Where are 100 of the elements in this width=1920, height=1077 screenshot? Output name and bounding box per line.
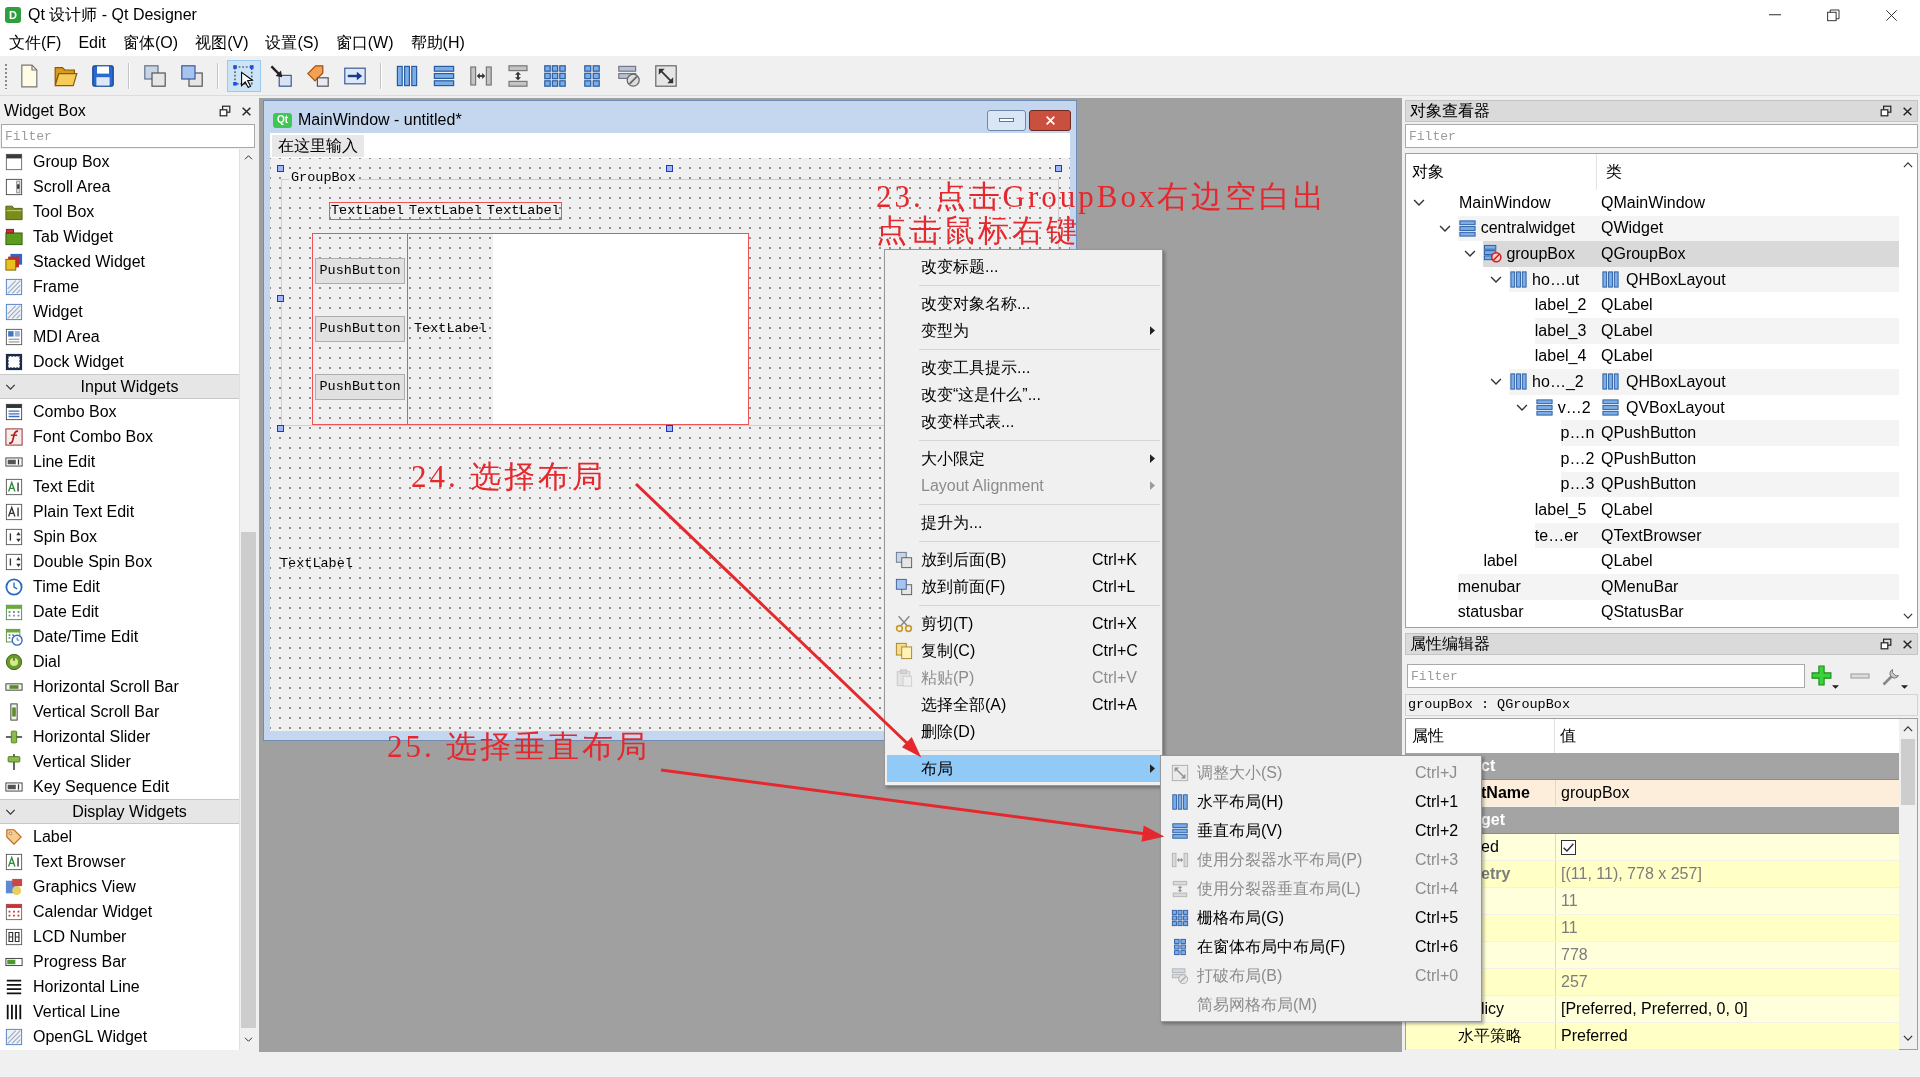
minimize-button[interactable] [987, 109, 1026, 131]
widget-item[interactable]: Scroll Area [0, 174, 239, 199]
widget-item[interactable]: OpenGL Widget [0, 1024, 239, 1049]
column-header[interactable]: 值 [1555, 719, 1899, 753]
widget-item[interactable]: MDI Area [0, 324, 239, 349]
close-button[interactable] [241, 105, 252, 117]
close-button[interactable] [1902, 105, 1913, 117]
toolbar-grip[interactable] [4, 62, 8, 89]
widget-item[interactable]: Vertical Scroll Bar [0, 699, 239, 724]
widget-item[interactable]: Time Edit [0, 574, 239, 599]
widget-item[interactable]: Date/Time Edit [0, 624, 239, 649]
widget-item[interactable]: Calendar Widget [0, 899, 239, 924]
menu-item[interactable]: Edit [73, 31, 111, 55]
menu-item[interactable]: 文件(F) [4, 31, 67, 55]
menu-placeholder[interactable]: 在这里输入 [272, 134, 364, 157]
menu-item[interactable]: 提升为... [887, 509, 1160, 536]
filter-field[interactable]: Filter [1407, 664, 1805, 688]
menu-item[interactable]: 删除(D) [887, 718, 1160, 745]
widget-item[interactable]: Vertical Line [0, 999, 239, 1024]
close-button[interactable] [1902, 638, 1913, 650]
menu-item[interactable]: 窗口(W) [330, 31, 399, 55]
resize-handle[interactable] [666, 425, 673, 432]
widget-item[interactable]: LCD Number [0, 924, 239, 949]
menu-item[interactable]: 设置(S) [260, 31, 324, 55]
tree-item[interactable]: ho…ut QHBoxLayout [1509, 266, 1899, 293]
tree-item[interactable]: menubar QMenuBar [1457, 573, 1899, 600]
resize-handle[interactable] [277, 165, 284, 172]
buddy-tag-icon [306, 63, 330, 88]
category-header[interactable]: Display Widgets [0, 799, 239, 824]
category-header[interactable]: Input Widgets [0, 374, 239, 399]
float-button[interactable] [1880, 105, 1892, 117]
resize-handle[interactable] [277, 295, 284, 302]
filter-field[interactable]: Filter [1, 124, 255, 148]
widget-item[interactable]: Spin Box [0, 524, 239, 549]
push-button[interactable]: PushButton [315, 374, 405, 400]
widget-item[interactable]: Graphics View [0, 874, 239, 899]
widget-item[interactable]: Dial [0, 649, 239, 674]
tree-item[interactable]: p…n QPushButton [1560, 420, 1899, 446]
menu-item[interactable]: 选择全部(A) Ctrl+A [887, 691, 1160, 718]
menu-item[interactable]: 改变工具提示... [887, 354, 1160, 381]
filter-field[interactable]: Filter [1405, 124, 1918, 148]
menu-item[interactable]: 改变样式表... [887, 408, 1160, 435]
checkbox[interactable] [1561, 839, 1576, 855]
widget-item[interactable]: Date Edit [0, 599, 239, 624]
widget-item[interactable]: Progress Bar [0, 949, 239, 974]
scrollbar-thumb[interactable] [240, 532, 256, 1028]
float-button[interactable] [1880, 638, 1892, 650]
menu-item[interactable]: 视图(V) [190, 31, 254, 55]
scrollbar[interactable] [239, 149, 256, 1050]
menu-item[interactable]: 改变标题... [887, 253, 1160, 280]
tree-item[interactable]: p…3 QPushButton [1560, 471, 1899, 498]
scrollbar[interactable] [1899, 719, 1917, 1049]
menu-item[interactable]: 布局 [887, 755, 1160, 782]
menu-item[interactable]: 复制(C) Ctrl+C [887, 637, 1160, 664]
resize-handle[interactable] [1055, 165, 1062, 172]
widget-item[interactable]: Widget [0, 299, 239, 324]
tree-item[interactable]: te…er QTextBrowser [1534, 522, 1899, 549]
tool-button[interactable] [227, 59, 261, 92]
widget-item[interactable]: Dock Widget [0, 349, 239, 374]
menu-item[interactable]: 改变“这是什么”... [887, 381, 1160, 408]
menu-item[interactable]: 大小限定 [887, 445, 1160, 472]
menu-item[interactable]: 剪切(T) Ctrl+X [887, 610, 1160, 637]
tree-item[interactable]: label_3 QLabel [1534, 317, 1899, 344]
push-button[interactable]: PushButton [315, 316, 405, 342]
menu-item[interactable]: 帮助(H) [405, 31, 470, 55]
widget-item[interactable]: Stacked Widget [0, 249, 239, 274]
widget-item[interactable]: Key Sequence Edit [0, 774, 239, 799]
widget-item[interactable]: Line Edit [0, 449, 239, 474]
widget-item[interactable]: Vertical Slider [0, 749, 239, 774]
widget-item[interactable]: Tool Box [0, 199, 239, 224]
close-button[interactable] [1029, 109, 1071, 131]
widget-item[interactable]: Text Browser [0, 849, 239, 874]
tree-item[interactable]: centralwidget QWidget [1457, 215, 1899, 242]
widget-item[interactable]: Horizontal Line [0, 974, 239, 999]
resize-handle[interactable] [277, 425, 284, 432]
column-header[interactable]: 类 [1597, 154, 1899, 190]
menu-item[interactable]: 放到后面(B) Ctrl+K [887, 546, 1160, 573]
float-button[interactable] [219, 105, 231, 117]
widget-item[interactable]: Label [0, 824, 239, 849]
menu-item[interactable]: 窗体(O) [118, 31, 184, 55]
widget-item[interactable]: Tab Widget [0, 224, 239, 249]
add-button[interactable] [1811, 663, 1841, 689]
widget-item[interactable]: Horizontal Scroll Bar [0, 674, 239, 699]
push-button[interactable]: PushButton [315, 258, 405, 284]
menu-item[interactable]: 改变对象名称... [887, 290, 1160, 317]
tree-item[interactable]: groupBox QGroupBox [1483, 241, 1899, 267]
menu-item[interactable]: 变型为 [887, 317, 1160, 344]
resize-handle[interactable] [666, 165, 673, 172]
widget-item[interactable]: Plain Text Edit [0, 499, 239, 524]
widget-item[interactable]: Group Box [0, 149, 239, 174]
widget-item[interactable]: Double Spin Box [0, 549, 239, 574]
widget-item[interactable]: Font Combo Box [0, 424, 239, 449]
tree-item[interactable]: ho…_2 QHBoxLayout [1509, 369, 1899, 395]
property-row[interactable]: 水平策略 Preferred [1406, 1023, 1899, 1050]
scrollbar-thumb[interactable] [1901, 739, 1915, 805]
widget-item[interactable]: Text Edit [0, 474, 239, 499]
widget-item[interactable]: Combo Box [0, 399, 239, 424]
widget-item[interactable]: Horizontal Slider [0, 724, 239, 749]
widget-item[interactable]: Frame [0, 274, 239, 299]
menu-item[interactable]: 放到前面(F) Ctrl+L [887, 573, 1160, 600]
